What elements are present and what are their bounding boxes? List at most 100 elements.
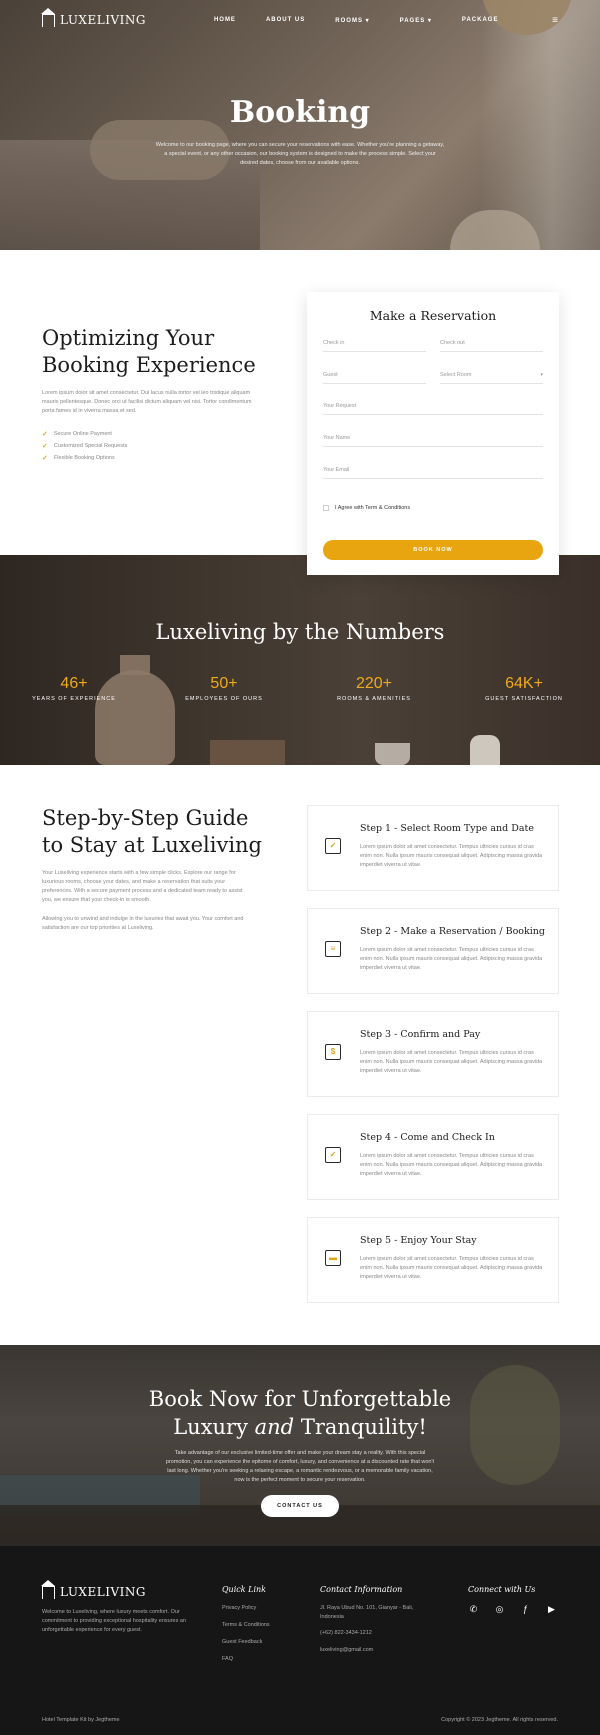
footer-link-faq[interactable]: FAQ (222, 1655, 270, 1672)
hero-subtitle: Welcome to our booking page, where you c… (155, 142, 445, 166)
footer-logo[interactable]: LUXELIVING (41, 1579, 146, 1599)
booking-heading: Optimizing Your Booking Experience (42, 325, 262, 379)
guide-section: Step-by-Step Guide to Stay at Luxeliving… (0, 765, 600, 1345)
email-field[interactable]: Your Email (323, 467, 543, 479)
nav-pages[interactable]: PAGES ▾ (400, 17, 432, 24)
stat-label: EMPLOYEES OF OURS (185, 696, 263, 702)
page-title: Booking (229, 95, 371, 130)
guide-heading: Step-by-Step Guide to Stay at Luxeliving (42, 805, 262, 859)
phone-text[interactable]: (+62) 822-3434-1212 (320, 1629, 430, 1646)
quick-links-title: Quick Link (222, 1585, 267, 1594)
chevron-down-icon: ▾ (540, 372, 543, 378)
check-icon: ✓ (42, 443, 48, 450)
stat-employees: 50+ EMPLOYEES OF OURS (169, 675, 279, 702)
logo[interactable]: LUXELIVING (41, 7, 146, 27)
copyright-text: Copyright © 2023 Jegtheme. All rights re… (441, 1717, 558, 1723)
bed-icon: ▬ (325, 1250, 341, 1266)
step-text: Lorem ipsum dolor sit amet consectetur. … (360, 1153, 543, 1177)
facebook-icon[interactable]: ƒ (520, 1604, 531, 1615)
request-field[interactable]: Your Request (323, 403, 543, 415)
top-nav: LUXELIVING HOME ABOUT US ROOMS ▾ PAGES ▾… (0, 0, 600, 40)
book-now-button[interactable]: BOOK NOW (323, 540, 543, 560)
guide-heading-line2: to Stay at Luxeliving (42, 833, 262, 857)
step-card: ✓ Step 4 - Come and Check In Lorem ipsum… (307, 1114, 559, 1200)
step-card: $ Step 3 - Confirm and Pay Lorem ipsum d… (307, 1011, 559, 1097)
terms-checkbox[interactable]: I Agree with Term & Conditions (323, 505, 410, 511)
books-image (210, 740, 285, 765)
booking-intro: Optimizing Your Booking Experience Lorem… (42, 325, 262, 464)
numbers-title: Luxeliving by the Numbers (155, 620, 445, 644)
stat-satisfaction: 64K+ GUEST SATISFACTION (469, 675, 579, 702)
step-text: Lorem ipsum dolor sit amet consectetur. … (360, 844, 543, 868)
step-card: ≡ Step 2 - Make a Reservation / Booking … (307, 908, 559, 994)
numbers-section: Luxeliving by the Numbers 46+ YEARS OF E… (0, 555, 600, 765)
footer-link-feedback[interactable]: Guest Feedback (222, 1638, 270, 1655)
booking-heading-line1: Optimizing Your (42, 326, 215, 350)
cta-heading: Book Now for Unforgettable Luxury and Tr… (0, 1385, 600, 1441)
step-title: Step 2 - Make a Reservation / Booking (360, 926, 546, 937)
hamburger-icon[interactable]: ≡ (552, 15, 558, 26)
contact-us-button[interactable]: CONTACT US (261, 1495, 339, 1517)
check-in-field[interactable]: Check in (323, 340, 426, 352)
email-text[interactable]: luxeliving@gmail.com (320, 1646, 430, 1663)
logo-text: LUXELIVING (60, 1585, 146, 1599)
stat-label: YEARS OF EXPERIENCE (32, 696, 116, 702)
feature-label: Customized Special Requests (53, 443, 128, 449)
feature-label: Flexible Booking Options (53, 455, 115, 461)
house-logo-icon (41, 7, 55, 27)
name-field[interactable]: Your Name (323, 435, 543, 447)
guide-heading-line1: Step-by-Step Guide (42, 806, 249, 830)
list-item: ✓ Flexible Booking Options (42, 452, 262, 464)
step-card: ▬ Step 5 - Enjoy Your Stay Lorem ipsum d… (307, 1217, 559, 1303)
stat-label: GUEST SATISFACTION (485, 696, 563, 702)
guest-field[interactable]: Guest (323, 372, 426, 384)
stat-rooms: 220+ ROOMS & AMENITIES (319, 675, 429, 702)
checkbox-icon[interactable] (323, 505, 329, 511)
cta-section: Book Now for Unforgettable Luxury and Tr… (0, 1345, 600, 1545)
footer-bottom: Hotel Template Kit by Jegtheme Copyright… (42, 1717, 558, 1723)
hero-section: LUXELIVING HOME ABOUT US ROOMS ▾ PAGES ▾… (0, 0, 600, 250)
stat-label: ROOMS & AMENITIES (337, 696, 411, 702)
stat-value: 46+ (60, 675, 88, 692)
booking-heading-line2: Booking Experience (42, 353, 256, 377)
stat-value: 50+ (210, 675, 238, 692)
feature-label: Secure Online Payment (53, 431, 112, 437)
step-title: Step 5 - Enjoy Your Stay (360, 1235, 477, 1246)
nav-package[interactable]: PACKAGE (462, 17, 499, 24)
cta-heading-line1: Book Now for Unforgettable (148, 1387, 452, 1411)
step-title: Step 1 - Select Room Type and Date (360, 823, 534, 834)
instagram-icon[interactable]: ◎ (494, 1604, 505, 1615)
guide-intro: Step-by-Step Guide to Stay at Luxeliving… (42, 805, 262, 933)
nav-home[interactable]: HOME (214, 17, 236, 24)
booking-section: Optimizing Your Booking Experience Lorem… (0, 250, 600, 575)
social-icons: ✆ ◎ ƒ ▶ (468, 1604, 557, 1615)
connect-title: Connect with Us (468, 1585, 536, 1594)
logo-text: LUXELIVING (60, 13, 146, 27)
footer-link-terms[interactable]: Terms & Conditions (222, 1621, 270, 1638)
nav-rooms[interactable]: ROOMS ▾ (335, 17, 369, 24)
youtube-icon[interactable]: ▶ (546, 1604, 557, 1615)
clipboard-icon: ≡ (325, 941, 341, 957)
house-logo-icon (41, 1579, 55, 1599)
payment-icon: $ (325, 1044, 341, 1060)
stat-value: 220+ (355, 675, 393, 692)
calendar-check-icon: ✓ (325, 838, 341, 854)
step-text: Lorem ipsum dolor sit amet consectetur. … (360, 1256, 543, 1280)
step-card: ✓ Step 1 - Select Room Type and Date Lor… (307, 805, 559, 891)
contact-info: Contact Information Jl. Raya Ubud No. 10… (320, 1585, 430, 1663)
footer-link-privacy[interactable]: Privacy Policy (222, 1604, 270, 1621)
whatsapp-icon[interactable]: ✆ (468, 1604, 479, 1615)
check-out-field[interactable]: Check out (440, 340, 543, 352)
cup-image (375, 743, 410, 765)
cta-heading-post: Tranquility! (294, 1415, 427, 1439)
terms-label: I Agree with Term & Conditions (335, 505, 411, 511)
quick-links: Quick Link Privacy Policy Terms & Condit… (222, 1585, 270, 1672)
select-room-label: Select Room (440, 372, 472, 378)
nav-about[interactable]: ABOUT US (266, 17, 305, 24)
select-room-dropdown[interactable]: Select Room ▾ (440, 372, 543, 384)
step-title: Step 3 - Confirm and Pay (360, 1029, 481, 1040)
feature-list: ✓ Secure Online Payment ✓ Customized Speci… (42, 428, 262, 464)
step-text: Lorem ipsum dolor sit amet consectetur. … (360, 947, 543, 971)
stat-value: 64K+ (505, 675, 543, 692)
cta-text: Take advantage of our exclusive limited-… (165, 1450, 435, 1483)
